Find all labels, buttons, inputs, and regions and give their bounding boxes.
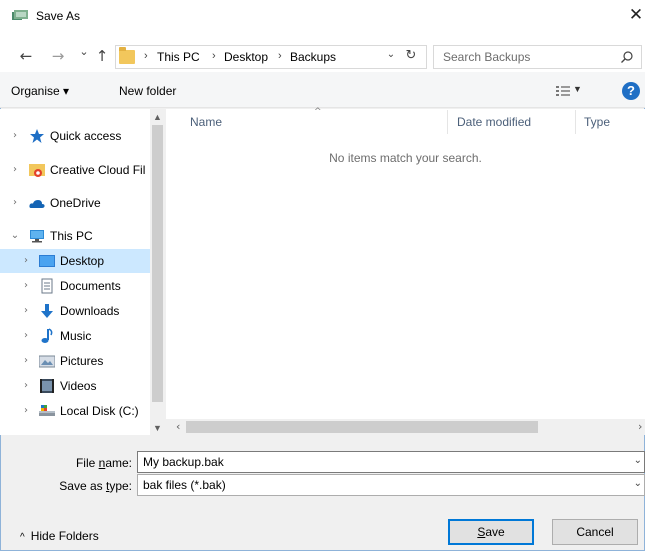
search-input[interactable]: Search Backups [443,50,530,64]
drive-icon [39,405,55,416]
save-button[interactable]: Save [448,519,534,545]
scroll-right-arrow-icon[interactable]: › [638,420,642,433]
column-header-name[interactable]: Name [190,115,222,129]
hide-folders-button[interactable]: ^ Hide Folders [20,529,99,543]
tree-item-downloads[interactable]: › Downloads [0,299,150,323]
chevron-right-icon[interactable]: › [20,330,32,342]
tree-item-label: OneDrive [50,196,101,210]
tree-item-label: Creative Cloud Fil [50,163,146,177]
save-as-type-label: Save as type: [59,479,132,493]
tree-item-documents[interactable]: › Documents [0,274,150,298]
help-icon[interactable]: ? [622,82,640,100]
recent-locations-button[interactable]: ⌄ [76,44,92,60]
tree-item-onedrive[interactable]: › OneDrive [0,191,150,215]
scroll-down-arrow-icon[interactable]: ▼ [150,423,165,433]
breadcrumb-this-pc[interactable]: This PC [157,50,200,64]
tree-item-music[interactable]: › Music [0,324,150,348]
chevron-down-icon[interactable]: ⌄ [384,49,398,60]
cloud-icon [29,200,45,208]
chevron-right-icon[interactable]: › [9,164,21,176]
tree-item-desktop[interactable]: › Desktop [0,249,150,273]
close-button[interactable]: ✕ [626,4,645,26]
dialog-title: Save As [36,9,81,23]
desktop-icon [39,255,55,267]
chevron-right-icon[interactable]: › [20,255,32,267]
column-header-date-modified[interactable]: Date modified [457,115,531,129]
tree-item-quick-access[interactable]: › Quick access [0,124,150,148]
navigation-pane: › Quick access › Creative Cloud Fil › On… [0,109,165,435]
chevron-down-icon[interactable]: ⌄ [634,455,642,466]
tree-item-local-disk[interactable]: › Local Disk (C:) [0,399,150,423]
forward-button[interactable]: → [50,48,66,64]
title-bar [0,0,645,32]
refresh-icon[interactable]: ↻ [401,48,421,63]
tree-item-label: Videos [60,379,97,393]
download-icon [41,304,53,318]
chevron-right-icon[interactable]: › [20,405,32,417]
column-header-type[interactable]: Type [584,115,610,129]
address-bar[interactable]: › This PC › Desktop › Backups ⌄ ↻ [115,45,427,69]
scroll-up-arrow-icon[interactable]: ▲ [150,112,165,122]
breadcrumb-backups[interactable]: Backups [290,50,336,64]
scrollbar-thumb[interactable] [152,125,163,402]
creative-cloud-folder-icon [29,164,45,177]
column-divider[interactable] [447,110,448,134]
file-name-field[interactable]: My backup.bak ⌄ [137,451,645,473]
new-folder-button[interactable]: New folder [119,84,176,98]
chevron-down-icon[interactable]: ⌄ [634,478,642,489]
tree-item-videos[interactable]: › Videos [0,374,150,398]
tree-item-label: Desktop [60,254,105,268]
chevron-right-icon[interactable]: › [20,280,32,292]
chevron-right-icon[interactable]: › [20,380,32,392]
tree-item-label: Downloads [60,304,120,318]
view-dropdown-icon[interactable]: ▼ [573,84,582,94]
tree-item-label: This PC [50,229,93,243]
search-box[interactable]: Search Backups [433,45,642,69]
chevron-right-icon[interactable]: › [9,130,21,142]
tree-item-label: Music [60,329,92,343]
sort-ascending-icon: ^ [314,107,322,117]
tree-item-label: Documents [60,279,121,293]
empty-message: No items match your search. [329,151,482,165]
folder-icon [119,47,135,64]
breadcrumb-separator: › [212,50,216,62]
tree-item-pictures[interactable]: › Pictures [0,349,150,373]
tree-item-label: Pictures [60,354,104,368]
chevron-right-icon[interactable]: › [20,355,32,367]
breadcrumb-desktop[interactable]: Desktop [224,50,268,64]
breadcrumb-separator: › [278,50,282,62]
star-icon [30,129,44,143]
hide-folders-label: Hide Folders [30,529,99,543]
save-as-type-value[interactable]: bak files (*.bak) [143,478,226,492]
back-button[interactable]: ← [18,48,34,64]
chevron-up-icon: ^ [20,532,25,543]
scroll-left-arrow-icon[interactable]: ‹ [176,420,180,433]
column-divider[interactable] [575,110,576,134]
chevron-right-icon[interactable]: › [20,305,32,317]
view-options-icon[interactable] [556,85,570,97]
breadcrumb-separator: › [144,50,148,62]
music-icon [41,328,53,343]
scrollbar-thumb[interactable] [186,421,538,433]
save-as-icon [12,10,28,20]
organise-button[interactable]: Organise ▾ [11,84,69,98]
file-name-label: File name: [75,456,132,470]
file-name-input[interactable]: My backup.bak [143,455,224,469]
tree-item-this-pc[interactable]: ⌄ This PC [0,224,150,248]
search-icon[interactable] [620,50,634,64]
documents-icon [41,278,53,294]
chevron-down-icon[interactable]: ⌄ [9,230,21,242]
computer-icon [30,230,44,243]
cancel-button[interactable]: Cancel [552,519,638,545]
tree-item-creative-cloud[interactable]: › Creative Cloud Fil [0,158,150,182]
save-as-type-select[interactable]: bak files (*.bak) ⌄ [137,474,645,496]
videos-icon [40,379,54,393]
tree-item-label: Quick access [50,129,122,143]
pictures-icon [39,355,55,368]
tree-item-label: Local Disk (C:) [60,404,139,418]
up-button[interactable]: ↑ [94,48,110,64]
command-bar [0,72,645,108]
chevron-right-icon[interactable]: › [9,197,21,209]
